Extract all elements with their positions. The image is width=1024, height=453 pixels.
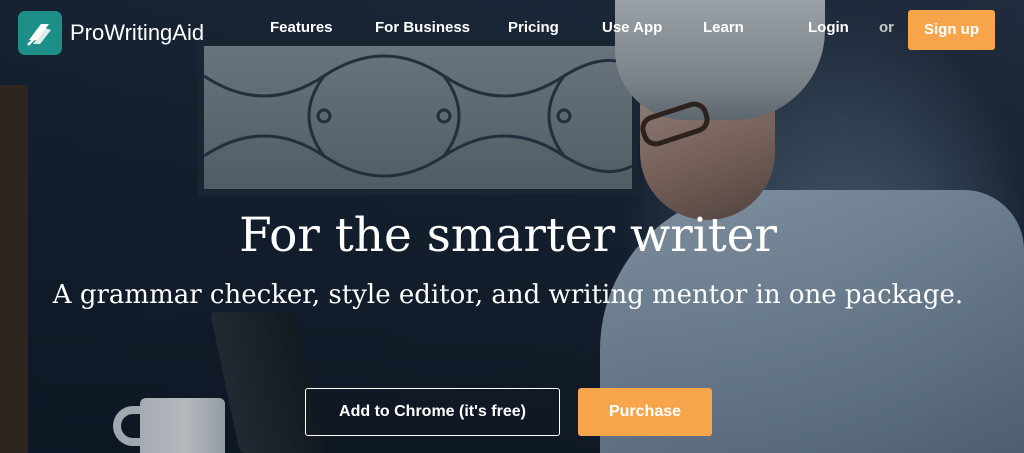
login-link[interactable]: Login bbox=[808, 19, 849, 36]
signup-button[interactable]: Sign up bbox=[908, 10, 995, 50]
nav-pricing[interactable]: Pricing bbox=[508, 19, 559, 36]
or-separator: or bbox=[879, 19, 894, 36]
nav-for-business[interactable]: For Business bbox=[375, 19, 470, 36]
nav-use-app[interactable]: Use App bbox=[602, 19, 662, 36]
brand-logo[interactable]: ProWritingAid bbox=[18, 11, 204, 55]
hero-subtitle: A grammar checker, style editor, and wri… bbox=[52, 280, 964, 310]
quill-logo-icon bbox=[18, 11, 62, 55]
hero-title: For the smarter writer bbox=[239, 208, 777, 263]
add-to-chrome-button[interactable]: Add to Chrome (it's free) bbox=[305, 388, 560, 436]
brand-name: ProWritingAid bbox=[70, 20, 205, 45]
purchase-button[interactable]: Purchase bbox=[578, 388, 712, 436]
nav-features[interactable]: Features bbox=[270, 19, 333, 36]
nav-learn[interactable]: Learn bbox=[703, 19, 744, 36]
